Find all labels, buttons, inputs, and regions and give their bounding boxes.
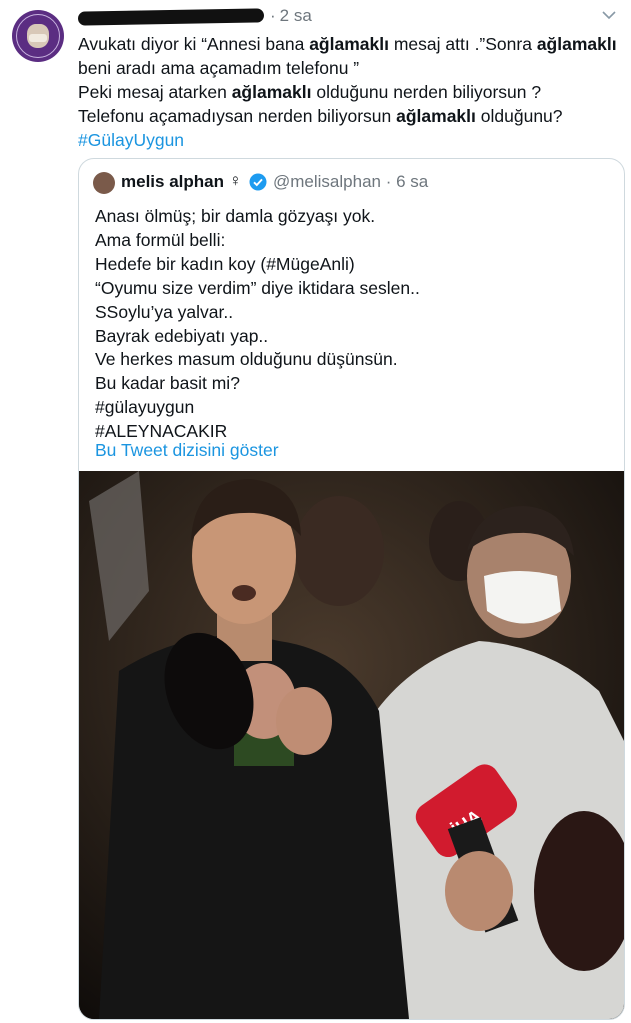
quoted-line: SSoylu’ya yalvar..: [95, 301, 234, 322]
tweet-line: Peki mesaj atarken ağlamaklı olduğunu ne…: [78, 80, 618, 104]
tweet-line: Avukatı diyor ki “Annesi bana ağlamaklı …: [78, 32, 618, 56]
verified-badge-icon: [249, 173, 267, 191]
tweet-photo[interactable]: İHA: [79, 471, 624, 1019]
show-thread-link[interactable]: Bu Tweet dizisini göster: [95, 440, 279, 461]
bold-keyword: ağlamaklı: [396, 106, 476, 126]
chevron-down-icon[interactable]: [601, 10, 617, 20]
quoted-line: Anası ölmüş; bir damla gözyaşı yok.: [95, 206, 376, 226]
tweet-line: beni aradı ama açamadım telefonu ”: [78, 56, 618, 80]
quoted-line: #gülayuygun: [95, 397, 195, 418]
quoted-handle-time: @melisalphan · 6 sa: [273, 172, 429, 191]
tweet-text-segment: Peki mesaj atarken: [78, 82, 232, 102]
tweet-text-segment: mesaj attı .”Sonra: [388, 34, 537, 54]
quoted-line: Hedefe bir kadın koy (#MügeAnli): [95, 253, 355, 274]
tweet-body: Avukatı diyor ki “Annesi bana ağlamaklı …: [78, 32, 618, 152]
tweet-text-segment: Telefonu açamadıysan nerden biliyorsun: [78, 106, 397, 126]
tweet-text-segment: olduğunu nerden biliyorsun ?: [311, 82, 542, 102]
bold-keyword: ağlamaklı: [231, 82, 312, 102]
quoted-tweet[interactable]: melis alphan ♀ @melisalphan · 6 sa Anası…: [78, 158, 625, 1020]
tweet-text-segment: beni aradı ama açamadım telefonu ”: [78, 58, 360, 78]
redacted-author-name: [77, 8, 265, 26]
hashtag-link[interactable]: #GülayUygun: [78, 130, 184, 150]
quoted-author-name[interactable]: melis alphan: [121, 172, 224, 192]
bold-keyword: ağlamaklı: [536, 34, 617, 54]
bold-keyword: ağlamaklı: [309, 34, 389, 54]
tweet-text-segment: Avukatı diyor ki “Annesi bana: [78, 34, 310, 54]
female-symbol-icon: ♀: [229, 171, 242, 190]
quoted-line: Ama formül belli:: [95, 229, 226, 250]
tweet-text-segment: olduğunu?: [475, 106, 563, 126]
quoted-line: Bu kadar basit mi?: [95, 373, 240, 394]
tweet-timestamp[interactable]: · 2 sa: [270, 6, 312, 26]
quoted-tweet-body: Anası ölmüş; bir damla gözyaşı yok. Ama …: [95, 205, 420, 444]
tweet-line: Telefonu açamadıysan nerden biliyorsun a…: [78, 104, 618, 128]
quoted-avatar[interactable]: [93, 172, 115, 194]
news-scene-image: İHA: [79, 471, 624, 1019]
quoted-line: Ve herkes masum olduğunu düşünsün.: [95, 349, 398, 370]
quoted-line: “Oyumu size verdim” diye iktidara seslen…: [95, 277, 420, 298]
quoted-line: Bayrak edebiyatı yap..: [95, 325, 269, 346]
profile-avatar[interactable]: [12, 10, 64, 62]
